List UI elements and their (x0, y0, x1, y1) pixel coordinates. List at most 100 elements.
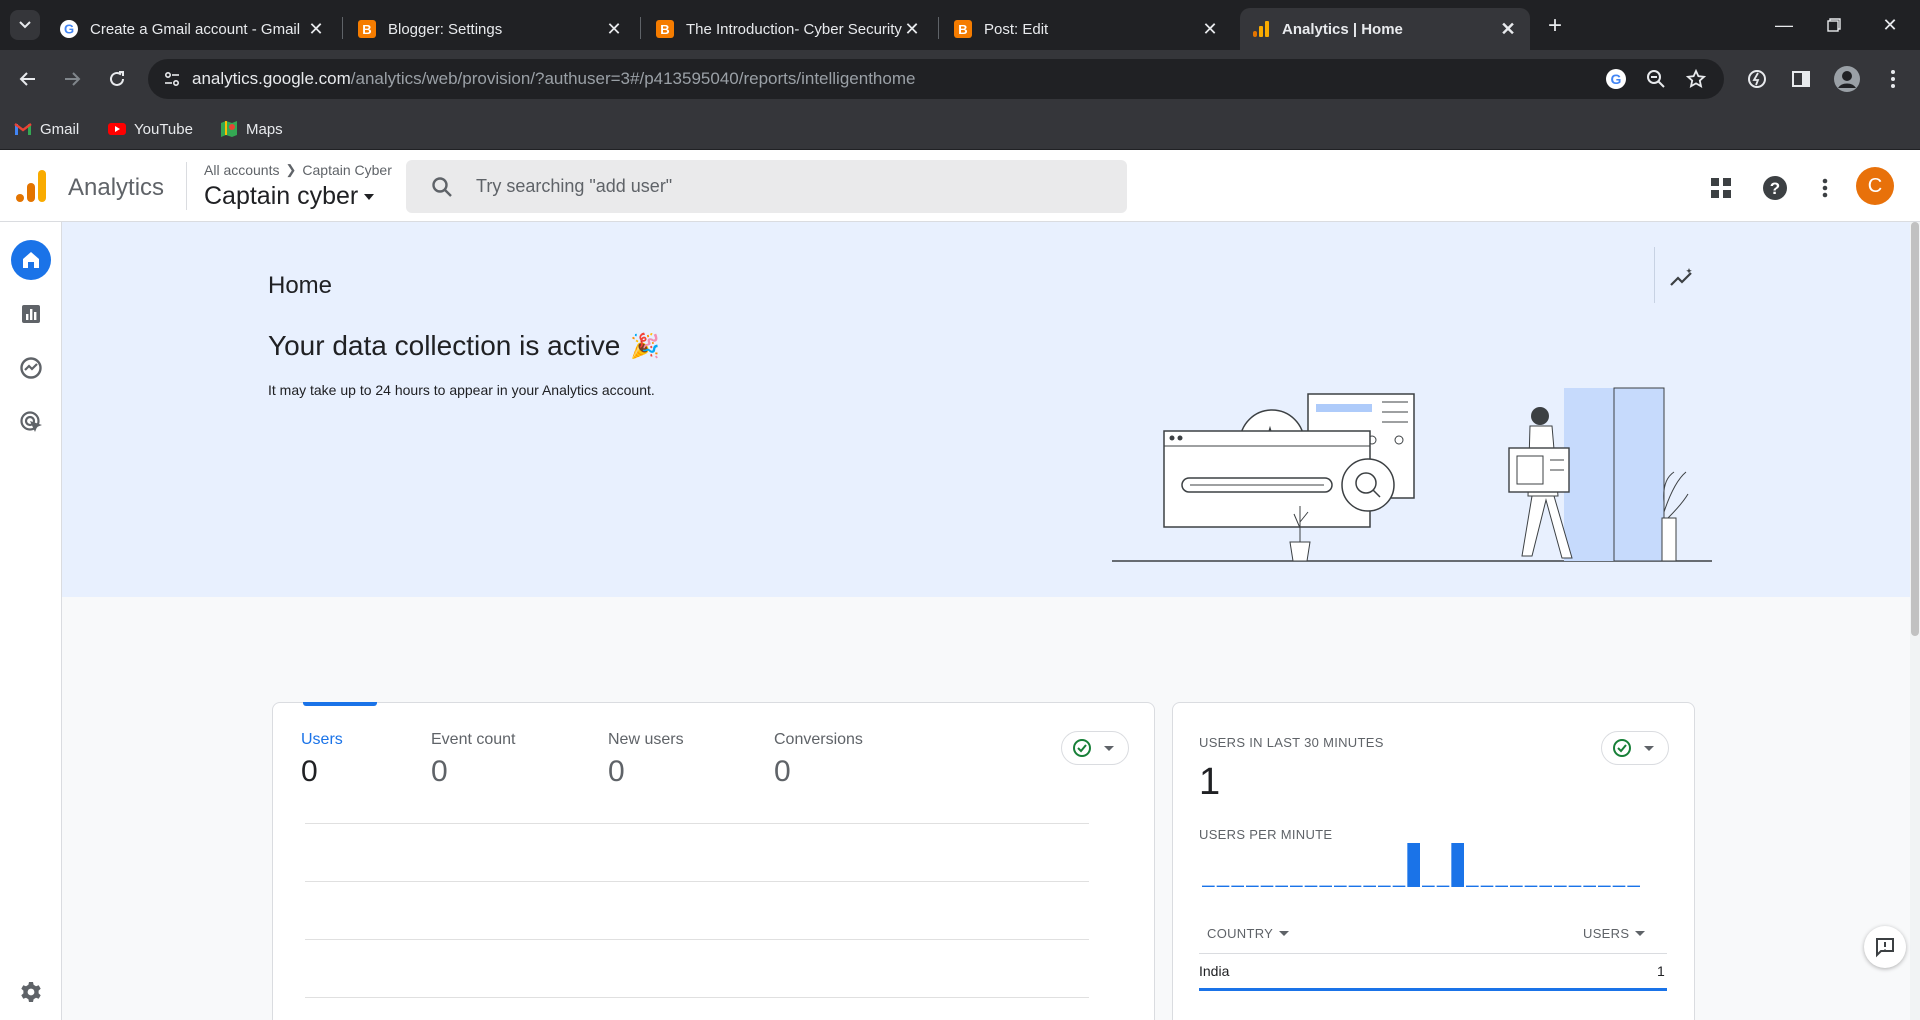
account-avatar[interactable]: C (1856, 167, 1894, 205)
google-g-icon: G (60, 20, 78, 38)
search-bar[interactable] (406, 160, 1127, 213)
chart-gridline (305, 997, 1089, 998)
new-tab-button[interactable]: + (1540, 12, 1570, 40)
minute-bar (1231, 885, 1244, 887)
minimize-icon[interactable]: — (1764, 10, 1804, 40)
column-label: USERS (1583, 926, 1630, 941)
check-circle-icon (1073, 739, 1091, 757)
site-info-icon[interactable] (152, 59, 192, 99)
column-header-country[interactable]: COUNTRY (1207, 926, 1290, 941)
zoom-icon[interactable] (1644, 67, 1668, 91)
feedback-button[interactable] (1864, 926, 1906, 968)
metric-tab-conversions[interactable]: Conversions 0 (774, 731, 863, 789)
column-header-users[interactable]: USERS (1583, 926, 1646, 941)
nav-home[interactable] (11, 240, 51, 280)
search-input[interactable] (476, 176, 1076, 197)
left-nav-rail (0, 222, 62, 1020)
nav-advertising[interactable] (11, 402, 51, 442)
minute-bar (1304, 885, 1318, 887)
minute-bar (1202, 885, 1215, 887)
nav-explore[interactable] (11, 348, 51, 388)
browser-tab-analytics-home[interactable]: Analytics | Home ✕ (1240, 8, 1530, 50)
chevron-right-icon: ❯ (285, 162, 297, 177)
bookmark-maps[interactable]: Maps (220, 118, 283, 140)
bookmark-label: YouTube (134, 120, 193, 138)
close-icon[interactable]: ✕ (902, 19, 922, 40)
window-close-icon[interactable]: ✕ (1870, 10, 1910, 40)
check-circle-icon (1613, 739, 1631, 757)
minute-bar (1246, 885, 1259, 887)
nav-reports[interactable] (11, 294, 51, 334)
tab-title: The Introduction- Cyber Security (686, 20, 902, 38)
tab-search-button[interactable] (10, 10, 40, 40)
minute-bar (1275, 885, 1288, 887)
restore-icon[interactable] (1814, 10, 1854, 40)
google-lens-icon[interactable]: G (1604, 67, 1628, 91)
metric-tab-event-count[interactable]: Event count 0 (431, 731, 516, 789)
minute-bar (1216, 885, 1230, 887)
minute-bar (1554, 885, 1567, 887)
apps-grid-icon[interactable] (1707, 174, 1735, 202)
blogger-icon: B (954, 20, 972, 38)
insights-divider (1654, 247, 1655, 303)
nav-admin-settings[interactable] (11, 972, 51, 1012)
metric-tab-new-users[interactable]: New users 0 (608, 731, 684, 789)
close-icon[interactable]: ✕ (1200, 19, 1220, 40)
explore-icon (20, 357, 42, 379)
minute-bar (1290, 885, 1303, 887)
reload-icon[interactable] (103, 65, 131, 93)
metric-label: Event count (431, 731, 516, 748)
caret-down-icon (1279, 931, 1290, 936)
chart-gridline (305, 939, 1089, 940)
caret-down-icon (1104, 745, 1114, 751)
analytics-logo-icon[interactable] (16, 170, 46, 202)
realtime-title: USERS IN LAST 30 MINUTES (1199, 735, 1384, 750)
forward-icon[interactable] (58, 65, 86, 93)
url-host: analytics.google.com (192, 69, 351, 88)
breadcrumb[interactable]: All accounts ❯ Captain Cyber (204, 162, 392, 178)
close-icon[interactable]: ✕ (1498, 19, 1518, 40)
insights-trend-icon (1670, 268, 1692, 286)
minute-bar (1539, 885, 1552, 887)
realtime-users-value: 1 (1199, 761, 1221, 803)
more-vert-icon[interactable] (1811, 174, 1839, 202)
data-quality-button[interactable] (1061, 731, 1129, 765)
svg-text:G: G (64, 22, 74, 37)
minute-bar (1392, 885, 1406, 887)
back-icon[interactable] (14, 65, 42, 93)
browser-tab-gmail[interactable]: G Create a Gmail account - Gmail ✕ (48, 8, 338, 50)
close-icon[interactable]: ✕ (604, 19, 624, 40)
minute-bar (1495, 885, 1508, 887)
side-panel-icon[interactable] (1788, 66, 1814, 92)
metric-label: Conversions (774, 731, 863, 748)
caret-down-icon (364, 193, 375, 200)
browser-tab-post-edit[interactable]: B Post: Edit ✕ (942, 8, 1232, 50)
browser-tab-blogger-settings[interactable]: B Blogger: Settings ✕ (346, 8, 636, 50)
minute-bar (1612, 885, 1626, 887)
help-icon[interactable]: ? (1761, 174, 1789, 202)
address-bar[interactable]: analytics.google.com/analytics/web/provi… (148, 59, 1724, 99)
realtime-quality-button[interactable] (1601, 731, 1669, 765)
home-hero-banner: Home Your data collection is active 🎉 It… (62, 222, 1910, 597)
metric-value: 0 (431, 755, 448, 788)
svg-text:G: G (1611, 71, 1622, 87)
url-text: analytics.google.com/analytics/web/provi… (192, 69, 915, 89)
bookmark-star-icon[interactable] (1684, 67, 1708, 91)
users-per-minute-chart (1202, 843, 1640, 887)
close-icon[interactable]: ✕ (306, 19, 326, 40)
metric-tab-users[interactable]: Users 0 (301, 731, 343, 789)
metric-label: New users (608, 731, 684, 748)
chevron-down-icon (19, 21, 31, 29)
insights-button[interactable] (1666, 262, 1698, 294)
analytics-icon (1253, 21, 1269, 37)
performance-icon[interactable] (1744, 66, 1770, 92)
bookmark-gmail[interactable]: Gmail (14, 118, 79, 140)
minute-bar (1568, 885, 1582, 887)
chrome-menu-icon[interactable] (1880, 66, 1906, 92)
bookmark-youtube[interactable]: YouTube (108, 118, 193, 140)
browser-tab-introduction[interactable]: B The Introduction- Cyber Security ✕ (644, 8, 934, 50)
blogger-icon: B (358, 20, 376, 38)
property-selector[interactable]: Captain cyber (204, 182, 375, 211)
profile-avatar-icon[interactable] (1834, 66, 1860, 92)
page-scrollbar-thumb[interactable] (1911, 222, 1919, 636)
